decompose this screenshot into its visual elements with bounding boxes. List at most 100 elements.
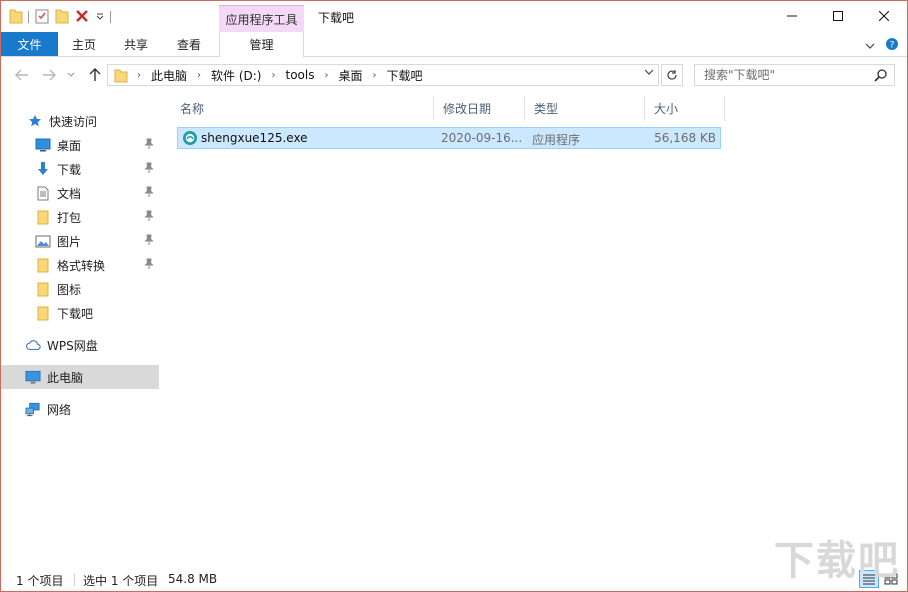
breadcrumb-chevron-icon[interactable]: › [130,70,148,81]
sidebar-item-label: WPS网盘 [47,338,98,353]
sidebar-item-label: 打包 [57,210,82,225]
tab-home[interactable]: 主页 [61,32,107,56]
sidebar-item-label: 下载吧 [57,306,94,321]
close-icon [879,11,889,21]
window-title: 下载吧 [318,11,355,25]
file-name[interactable]: shengxue125.exe [201,131,308,145]
toolbar-separator [28,11,29,23]
status-separator [74,574,75,586]
sidebar-item-label: 网络 [47,402,72,417]
column-header-size[interactable]: 大小 [645,95,725,121]
pin-icon[interactable] [144,186,154,201]
folder-icon [35,305,51,321]
address-history-button[interactable] [644,68,654,79]
sidebar-item-icons[interactable]: 图标 [1,277,159,301]
close-button[interactable] [861,1,907,31]
pin-icon[interactable] [144,234,154,249]
minimize-button[interactable] [769,1,815,31]
tab-share[interactable]: 共享 [113,32,159,56]
sidebar-quick-access[interactable]: 快速访问 [1,109,159,133]
breadcrumb-current[interactable]: 下载吧 [383,67,425,84]
chevron-down-icon [67,72,75,77]
tab-file[interactable]: 文件 [1,32,58,56]
customize-toolbar-icon[interactable] [95,10,105,24]
breadcrumb-desktop[interactable]: 桌面 [335,67,365,84]
star-icon [27,113,43,129]
sidebar-item-desktop[interactable]: 桌面 [1,133,159,157]
navigation-bar: › 此电脑 › 软件 (D:) › tools › 桌面 › 下载吧 [1,57,907,93]
minimize-icon [787,15,797,17]
expand-ribbon-button[interactable] [865,39,875,53]
file-date: 2020-09-16... [441,131,523,145]
sidebar-item-label: 桌面 [57,138,82,153]
breadcrumb-chevron-icon[interactable]: › [190,70,208,81]
document-icon [35,185,51,201]
app-exe-icon [182,130,198,149]
network-icon [25,401,41,417]
sidebar-item-this-pc[interactable]: 此电脑 [1,365,159,389]
address-bar[interactable]: › 此电脑 › 软件 (D:) › tools › 桌面 › 下载吧 [107,64,659,86]
maximize-button[interactable] [815,1,861,31]
folder-icon[interactable] [9,8,23,27]
sidebar-item-label: 图标 [57,282,82,297]
window-controls [769,1,907,31]
quick-access-toolbar [9,7,111,27]
delete-icon[interactable] [74,8,90,27]
context-tab-group-label: 应用程序工具 [219,5,304,32]
breadcrumb-chevron-icon[interactable]: › [365,70,383,81]
search-icon[interactable] [874,68,888,85]
breadcrumb-drive-d[interactable]: 软件 (D:) [208,67,264,84]
folder-icon [35,209,51,225]
arrow-up-icon [89,68,101,81]
file-type: 应用程序 [532,133,581,147]
up-button[interactable] [85,65,105,85]
pin-icon[interactable] [144,258,154,273]
column-header-date[interactable]: 修改日期 [434,95,525,121]
refresh-button[interactable] [661,64,683,86]
recent-locations-button[interactable] [64,65,78,85]
computer-icon [25,369,41,385]
properties-icon[interactable] [34,8,50,27]
sidebar-item-label: 此电脑 [47,370,84,385]
sidebar-item-format-convert[interactable]: 格式转换 [1,253,159,277]
sidebar-item-documents[interactable]: 文档 [1,181,159,205]
search-input[interactable] [704,68,864,82]
sidebar-item-label: 图片 [57,234,82,249]
table-row[interactable]: shengxue125.exe 2020-09-16... 应用程序 56,16… [177,127,721,149]
help-button[interactable]: ? [885,37,899,54]
search-box[interactable] [694,64,895,86]
breadcrumb-chevron-icon[interactable]: › [264,70,282,81]
forward-button[interactable] [39,65,59,85]
tab-view[interactable]: 查看 [166,32,212,56]
breadcrumb-chevron-icon[interactable]: › [317,70,335,81]
sidebar-item-pictures[interactable]: 图片 [1,229,159,253]
column-header-type[interactable]: 类型 [525,95,645,121]
sidebar-item-pack[interactable]: 打包 [1,205,159,229]
column-header-name[interactable]: 名称 [171,95,434,121]
file-size: 56,168 KB [654,131,716,145]
sidebar-item-wps-drive[interactable]: WPS网盘 [1,333,159,357]
sidebar-item-label: 下载 [57,162,82,177]
breadcrumb-this-pc[interactable]: 此电脑 [148,67,190,84]
sidebar-item-downloads[interactable]: 下载 [1,157,159,181]
breadcrumb-tools[interactable]: tools [282,68,317,82]
svg-text:?: ? [890,41,895,51]
picture-icon [35,233,51,249]
tab-manage[interactable]: 管理 [219,32,304,57]
title-bar: 应用程序工具 下载吧 [1,1,907,32]
pin-icon[interactable] [144,162,154,177]
back-button[interactable] [12,65,32,85]
sidebar-item-label: 文档 [57,186,82,201]
item-count: 1 个项目 [16,574,64,588]
chevron-down-icon [865,43,875,49]
pin-icon[interactable] [144,138,154,153]
download-arrow-icon [35,161,51,177]
sidebar-item-network[interactable]: 网络 [1,397,159,421]
new-folder-icon[interactable] [55,8,69,27]
refresh-icon [667,70,677,80]
sidebar-item-xiazaiba[interactable]: 下载吧 [1,301,159,325]
sidebar-item-label: 快速访问 [49,114,98,129]
selected-count: 选中 1 个项目 [83,574,159,588]
pin-icon[interactable] [144,210,154,225]
arrow-left-icon [15,69,28,81]
